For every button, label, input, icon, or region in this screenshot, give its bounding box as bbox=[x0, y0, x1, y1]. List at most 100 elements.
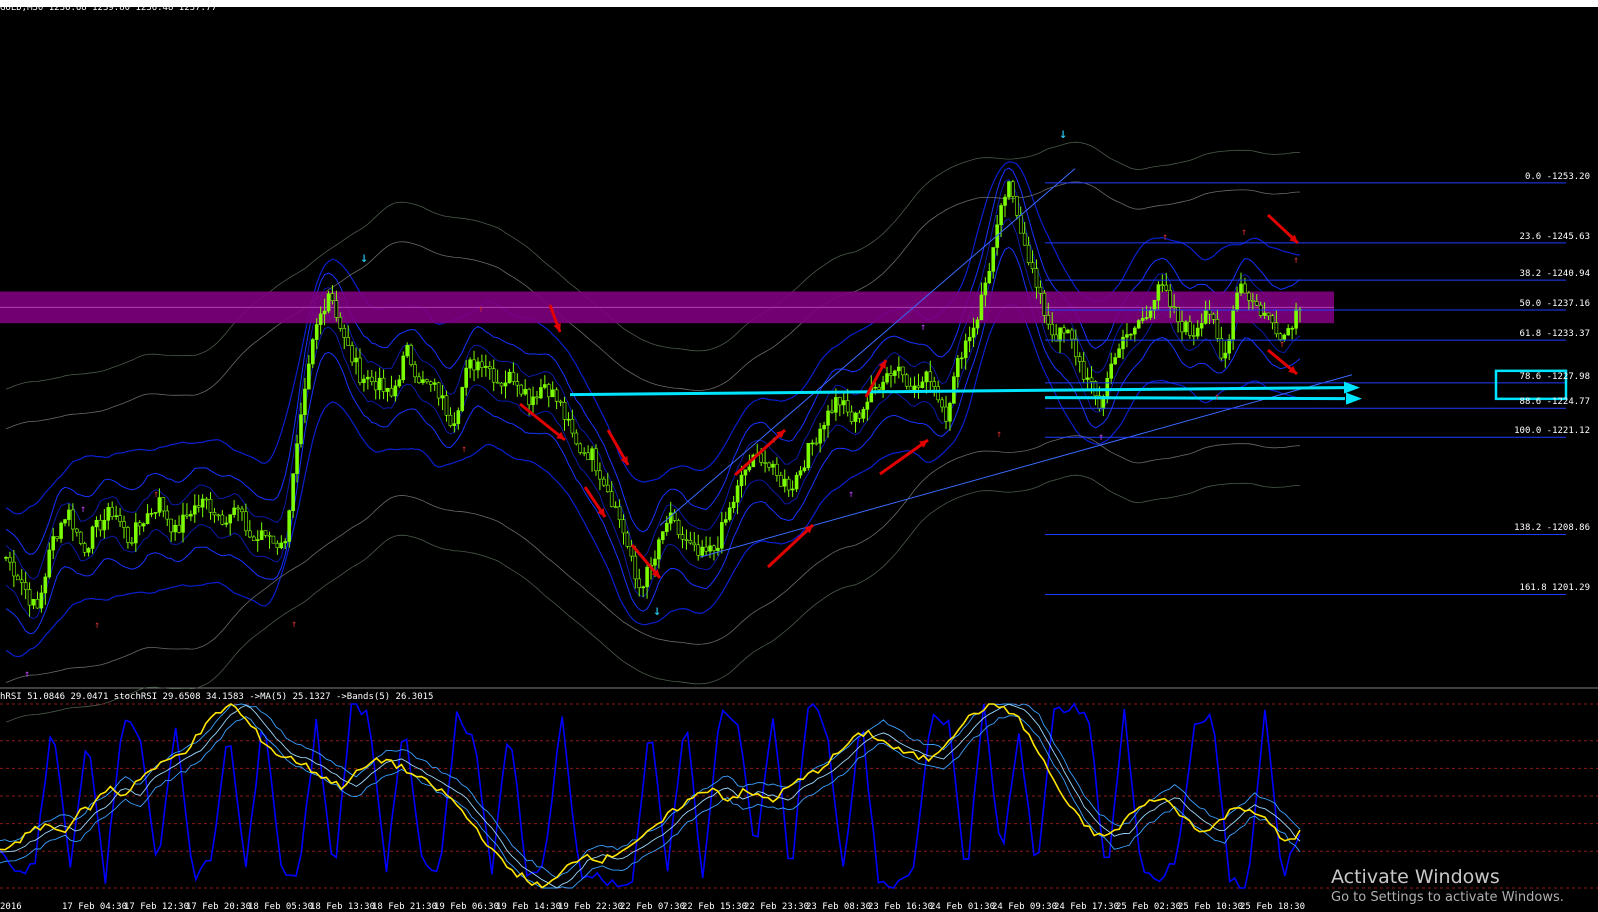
candle-body bbox=[1180, 321, 1184, 333]
candle-body bbox=[1105, 378, 1110, 397]
support-arrow-1 bbox=[1344, 381, 1360, 394]
time-label-1: 17 Feb 04:30 bbox=[62, 902, 128, 912]
candle-body bbox=[861, 409, 866, 419]
candle-body bbox=[653, 558, 657, 566]
time-label-13: 23 Feb 08:30 bbox=[806, 902, 872, 912]
watermark-subtitle: Go to Settings to activate Windows. bbox=[1331, 890, 1564, 905]
candle-body bbox=[1195, 327, 1200, 337]
candle-body bbox=[1007, 181, 1011, 198]
candle-body bbox=[680, 534, 685, 540]
candle-body bbox=[1140, 318, 1145, 321]
candle-body bbox=[519, 384, 524, 395]
candle-body bbox=[393, 385, 398, 397]
candle-body bbox=[169, 518, 173, 533]
candle-body bbox=[893, 370, 897, 376]
candle-body bbox=[303, 388, 307, 415]
candle-body bbox=[342, 328, 347, 338]
candle-body bbox=[802, 467, 807, 472]
candle-body bbox=[255, 539, 260, 541]
time-label-6: 18 Feb 21:30 bbox=[372, 902, 438, 912]
candle-body bbox=[570, 418, 575, 434]
candle-body bbox=[19, 579, 24, 583]
price-chart[interactable]: ↑ ↑ ↑ ↑ ↑ ↑ ↑ ↑ ↑ ↑ ↑ ↑ ↑ ↑ ↑ ↑ ↑ ↓ ↓ ↓ bbox=[0, 0, 1598, 912]
candle-body bbox=[814, 442, 819, 445]
candle-body bbox=[853, 412, 858, 422]
candle-body bbox=[527, 388, 531, 406]
candle-body bbox=[334, 300, 339, 318]
fractal-marker: ↑ bbox=[1241, 227, 1247, 238]
candle-body bbox=[1203, 309, 1208, 324]
candle-body bbox=[944, 406, 948, 422]
candle-body bbox=[263, 530, 268, 536]
candle-body bbox=[1274, 322, 1279, 335]
candle-body bbox=[523, 388, 527, 395]
candle-body bbox=[704, 546, 708, 552]
candle-body bbox=[322, 310, 327, 315]
time-label-16: 24 Feb 09:30 bbox=[992, 902, 1058, 912]
candle-body bbox=[1294, 309, 1298, 329]
candle-body bbox=[779, 475, 783, 487]
candle-body bbox=[291, 473, 295, 511]
candle-body bbox=[417, 376, 421, 383]
candle-body bbox=[716, 547, 720, 551]
candle-body bbox=[503, 382, 508, 387]
candle-body bbox=[137, 522, 142, 527]
candle-body bbox=[916, 385, 921, 388]
candle-body bbox=[696, 544, 701, 556]
fractal-marker: ↑ bbox=[153, 489, 159, 500]
candle-body bbox=[613, 506, 618, 508]
candle-body bbox=[1207, 309, 1212, 315]
time-label-2: 17 Feb 12:30 bbox=[124, 902, 190, 912]
candle-body bbox=[904, 374, 909, 387]
candle-body bbox=[609, 491, 614, 507]
candle-body bbox=[181, 514, 185, 533]
candle-body bbox=[881, 381, 885, 390]
candle-body bbox=[727, 507, 732, 520]
candle-body bbox=[1243, 283, 1247, 294]
candle-body bbox=[1133, 327, 1137, 335]
candle-body bbox=[582, 452, 586, 454]
candle-body bbox=[515, 381, 520, 386]
stoch-band-lower bbox=[0, 715, 1301, 889]
candle-body bbox=[118, 515, 122, 522]
candle-body bbox=[546, 384, 551, 398]
candle-body bbox=[877, 386, 881, 390]
candle-body bbox=[1026, 244, 1031, 264]
candle-body bbox=[216, 514, 221, 517]
candle-body bbox=[602, 478, 606, 486]
candle-body bbox=[1188, 321, 1192, 336]
candle-body bbox=[794, 474, 799, 490]
candle-body bbox=[350, 345, 354, 363]
candle-body bbox=[1117, 348, 1121, 358]
candle-body bbox=[1148, 310, 1153, 318]
fractal-marker: ↑ bbox=[291, 619, 297, 630]
candle-body bbox=[747, 466, 752, 471]
candle-body bbox=[1011, 181, 1015, 197]
candle-body bbox=[4, 556, 8, 559]
candle-body bbox=[338, 316, 343, 329]
support-line-2 bbox=[1044, 396, 1346, 401]
candle-body bbox=[1286, 328, 1291, 336]
candle-body bbox=[924, 371, 929, 383]
fib-label-1: 23.6 -1245.63 bbox=[1519, 231, 1590, 242]
candle-body bbox=[574, 432, 579, 445]
candle-body bbox=[625, 532, 630, 547]
candle-body bbox=[873, 386, 878, 389]
candle-body bbox=[145, 513, 150, 524]
time-label-3: 17 Feb 20:30 bbox=[186, 902, 252, 912]
ma-band-1 bbox=[5, 435, 1301, 683]
fib-label-6: 88.6 -1224.77 bbox=[1519, 397, 1590, 408]
candle-body bbox=[106, 507, 111, 521]
candle-body bbox=[1160, 284, 1165, 287]
candle-body bbox=[920, 381, 925, 388]
candle-body bbox=[987, 271, 992, 284]
candle-body bbox=[362, 378, 366, 383]
candle-body bbox=[377, 377, 382, 391]
candle-body bbox=[369, 376, 374, 382]
candle-body bbox=[617, 506, 622, 521]
candle-body bbox=[74, 528, 79, 533]
fib-label-4: 61.8 -1233.37 bbox=[1519, 329, 1590, 340]
candle-body bbox=[460, 387, 465, 411]
candle-body bbox=[1192, 335, 1196, 337]
candle-body bbox=[267, 535, 272, 537]
